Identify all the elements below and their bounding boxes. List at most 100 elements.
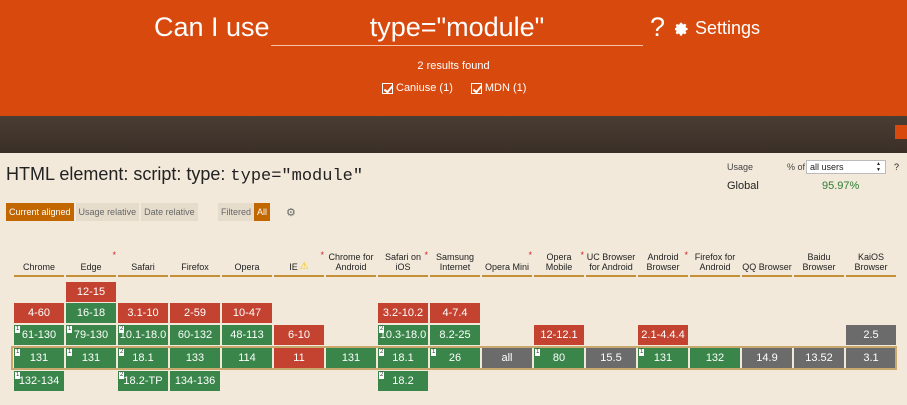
support-cell[interactable]: all xyxy=(482,348,532,368)
browser-name: UC Browser for Android xyxy=(586,252,636,272)
support-cell[interactable]: 131 xyxy=(326,348,376,368)
browser-header[interactable]: Firefox for Android xyxy=(690,231,740,277)
star-icon: * xyxy=(320,250,324,260)
support-cell[interactable]: 48-113 xyxy=(222,325,272,345)
version-label: 6-10 xyxy=(287,329,311,341)
search-input[interactable] xyxy=(271,10,643,46)
support-cell[interactable]: 10-47 xyxy=(222,303,272,323)
support-cell[interactable]: 26 1 xyxy=(430,348,480,368)
version-label: 61-130 xyxy=(21,329,57,341)
support-cell[interactable]: 133 xyxy=(170,348,220,368)
browser-header[interactable]: Chrome for Android xyxy=(326,231,376,277)
filter-mdn-label: MDN (1) xyxy=(484,82,527,94)
dark-band xyxy=(0,116,907,153)
browser-header[interactable]: Safari on iOS * xyxy=(378,231,428,277)
support-cell[interactable]: 131 1 xyxy=(638,348,688,368)
support-cell[interactable]: 4-60 xyxy=(14,303,64,323)
support-cell[interactable]: 18.2 2 xyxy=(378,371,428,391)
support-cell[interactable]: 4-7.4 xyxy=(430,303,480,323)
support-cell[interactable]: 18.2-TP 2 xyxy=(118,371,168,391)
support-cell[interactable]: 13.52 xyxy=(794,348,844,368)
filter-icon[interactable] xyxy=(895,125,907,139)
filtered-button[interactable]: Filtered xyxy=(218,203,255,221)
support-cell[interactable]: 80 1 xyxy=(534,348,584,368)
star-icon: * xyxy=(424,250,428,260)
version-label: 133 xyxy=(185,352,205,364)
tab-usage-relative[interactable]: Usage relative xyxy=(75,203,140,221)
settings-label: Settings xyxy=(695,18,761,38)
support-cell[interactable]: 11 xyxy=(274,348,324,368)
support-cell[interactable]: 10.1-18.0 2 xyxy=(118,325,168,345)
support-cell[interactable]: 6-10 xyxy=(274,325,324,345)
browser-name: Edge xyxy=(80,262,102,272)
browser-header[interactable]: Chrome xyxy=(14,231,64,277)
support-cell[interactable]: 61-130 1 xyxy=(14,325,64,345)
version-label: 134-136 xyxy=(174,375,216,387)
version-label: 12-12.1 xyxy=(540,329,578,341)
note-badge: 1 xyxy=(67,326,73,333)
browser-header[interactable]: KaiOS Browser xyxy=(846,231,896,277)
support-cell[interactable]: 132-134 1 xyxy=(14,371,64,391)
browser-header[interactable]: Opera Mini * xyxy=(482,231,532,277)
support-cell[interactable]: 15.5 xyxy=(586,348,636,368)
support-cell[interactable]: 16-18 xyxy=(66,303,116,323)
checkbox-mdn[interactable] xyxy=(470,82,482,94)
support-cell[interactable]: 114 xyxy=(222,348,272,368)
note-badge: 1 xyxy=(67,349,73,356)
users-select[interactable]: all users xyxy=(806,160,886,174)
browser-name: Baidu Browser xyxy=(802,252,836,272)
support-cell[interactable]: 18.1 2 xyxy=(378,348,428,368)
usage-help[interactable]: ? xyxy=(894,162,899,172)
support-cell[interactable]: 131 1 xyxy=(66,348,116,368)
support-cell[interactable]: 134-136 xyxy=(170,371,220,391)
star-icon: * xyxy=(580,250,584,260)
browser-name: IE xyxy=(289,262,298,272)
browser-header[interactable]: QQ Browser xyxy=(742,231,792,277)
support-cell[interactable]: 14.9 xyxy=(742,348,792,368)
support-cell[interactable]: 2.5 xyxy=(846,325,896,345)
support-cell[interactable]: 12-15 xyxy=(66,282,116,302)
browser-name: Firefox for Android xyxy=(694,252,736,272)
support-cell[interactable]: 2.1-4.4.4 xyxy=(638,325,688,345)
version-label: 11 xyxy=(293,352,305,364)
browser-header[interactable]: Android Browser * xyxy=(638,231,688,277)
browser-header[interactable]: Firefox xyxy=(170,231,220,277)
support-cell[interactable]: 3.2-10.2 xyxy=(378,303,428,323)
note-badge: 2 xyxy=(119,326,125,333)
browser-header[interactable]: UC Browser for Android xyxy=(586,231,636,277)
browser-header[interactable]: Safari xyxy=(118,231,168,277)
tab-current-aligned[interactable]: Current aligned xyxy=(6,203,74,221)
settings-button[interactable]: Settings xyxy=(675,18,760,39)
support-cell[interactable]: 3.1 xyxy=(846,348,896,368)
note-badge: 1 xyxy=(639,349,645,356)
checkbox-caniuse[interactable] xyxy=(382,82,393,94)
browser-name: Android Browser xyxy=(646,252,680,272)
support-cell[interactable]: 8.2-25 xyxy=(430,325,480,345)
support-cell[interactable]: 3.1-10 xyxy=(118,303,168,323)
browser-header[interactable]: Baidu Browser xyxy=(794,231,844,277)
version-label: 79-130 xyxy=(73,329,109,341)
browser-header[interactable]: Samsung Internet xyxy=(430,231,480,277)
support-cell[interactable]: 60-132 xyxy=(170,325,220,345)
support-cell[interactable]: 132 xyxy=(690,348,740,368)
gear-icon[interactable]: ⚙ xyxy=(286,206,296,219)
support-cell[interactable]: 10.3-18.0 2 xyxy=(378,325,428,345)
tab-date-relative[interactable]: Date relative xyxy=(141,203,198,221)
support-cell[interactable]: 2-59 xyxy=(170,303,220,323)
note-badge: 1 xyxy=(15,326,21,333)
support-cell[interactable]: 131 1 xyxy=(14,348,64,368)
all-button[interactable]: All xyxy=(254,203,271,221)
browser-header[interactable]: IE ⚠ * xyxy=(274,231,324,277)
browser-header[interactable]: Opera xyxy=(222,231,272,277)
usage-label: Usage xyxy=(727,162,754,172)
browser-header[interactable]: Opera Mobile * xyxy=(534,231,584,277)
version-label: 131 xyxy=(341,352,361,364)
browser-header[interactable]: Edge * xyxy=(66,231,116,277)
can-i-use-label: Can I use xyxy=(154,12,270,42)
support-cell[interactable]: 12-12.1 xyxy=(534,325,584,345)
support-cell[interactable]: 79-130 1 xyxy=(66,325,116,345)
support-cell[interactable]: 18.1 2 xyxy=(118,348,168,368)
filter-mdn[interactable]: MDN (1) xyxy=(470,82,527,94)
help-link[interactable]: ? xyxy=(650,12,665,43)
filter-caniuse[interactable]: Caniuse (1) xyxy=(382,82,453,94)
